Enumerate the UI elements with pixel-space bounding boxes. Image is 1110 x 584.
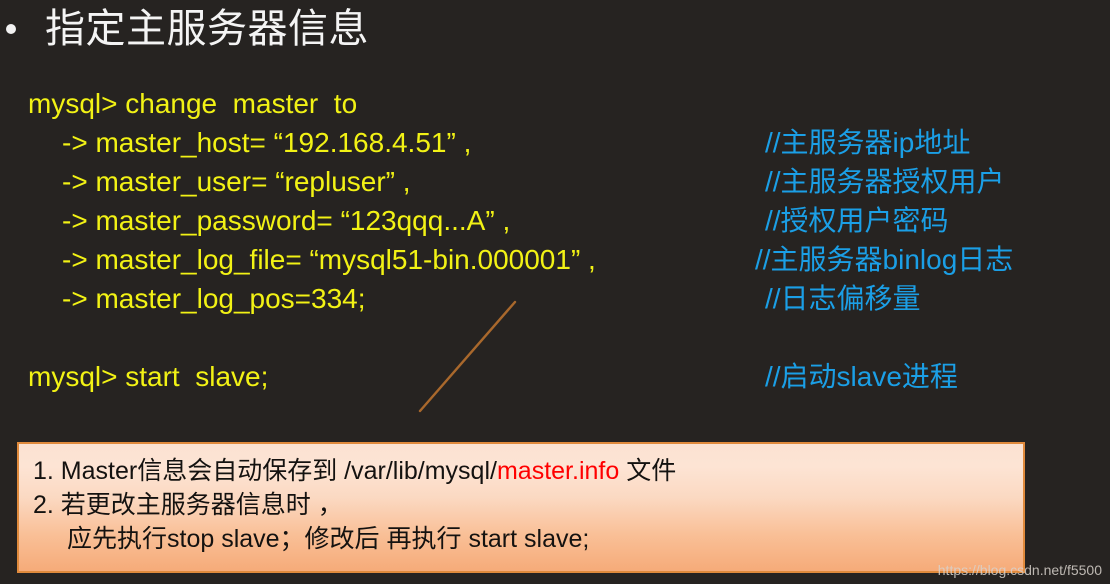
code-command: -> master_log_pos=334; <box>62 283 366 314</box>
code-line: mysql> change master to <box>0 84 1110 123</box>
note-line-1: 1. Master信息会自动保存到 /var/lib/mysql/master.… <box>33 454 1023 488</box>
slide-title-row: 指定主服务器信息 <box>0 0 600 58</box>
code-line: -> master_host= “192.168.4.51” , //主服务器i… <box>0 123 1110 162</box>
note-box: 1. Master信息会自动保存到 /var/lib/mysql/master.… <box>17 442 1025 573</box>
code-comment: //主服务器授权用户 <box>765 166 1005 197</box>
code-comment: //授权用户密码 <box>765 205 949 236</box>
code-line: mysql> start slave; //启动slave进程 <box>0 357 1110 396</box>
code-comment: //主服务器ip地址 <box>765 127 971 158</box>
code-command: mysql> start slave; <box>28 361 269 392</box>
code-line: -> master_log_pos=334; //日志偏移量 <box>0 279 1110 318</box>
code-line: -> master_log_file= “mysql51-bin.000001”… <box>0 240 1110 279</box>
note-line-3: 应先执行stop slave；修改后 再执行 start slave; <box>67 525 590 553</box>
code-command: -> master_log_file= “mysql51-bin.000001”… <box>62 244 596 275</box>
code-command: -> master_password= “123qqq...A” , <box>62 205 511 236</box>
code-line: -> master_user= “repluser” , //主服务器授权用户 <box>0 162 1110 201</box>
code-comment: //启动slave进程 <box>765 361 958 392</box>
note-line-2: 2. 若更改主服务器信息时 ， <box>33 491 343 519</box>
watermark: https://blog.csdn.net/f5500 <box>937 562 1102 578</box>
code-block: mysql> change master to -> master_host= … <box>0 84 1110 396</box>
slide-canvas: 指定主服务器信息 mysql> change master to -> mast… <box>0 0 1110 584</box>
note-line-1-highlight: master.info <box>496 457 620 485</box>
bullet-icon <box>6 24 16 34</box>
note-line-1-suffix: 文件 <box>619 457 677 485</box>
code-command: mysql> change master to <box>28 88 358 119</box>
code-comment: //主服务器binlog日志 <box>755 244 1014 275</box>
code-comment: //日志偏移量 <box>765 283 921 314</box>
note-line-1-prefix: 1. Master信息会自动保存到 /var/lib/mysql/ <box>33 457 497 485</box>
page-title: 指定主服务器信息 <box>45 7 369 51</box>
code-command: -> master_user= “repluser” , <box>62 166 411 197</box>
code-line: -> master_password= “123qqq...A” , //授权用… <box>0 201 1110 240</box>
code-command: -> master_host= “192.168.4.51” , <box>62 127 472 158</box>
